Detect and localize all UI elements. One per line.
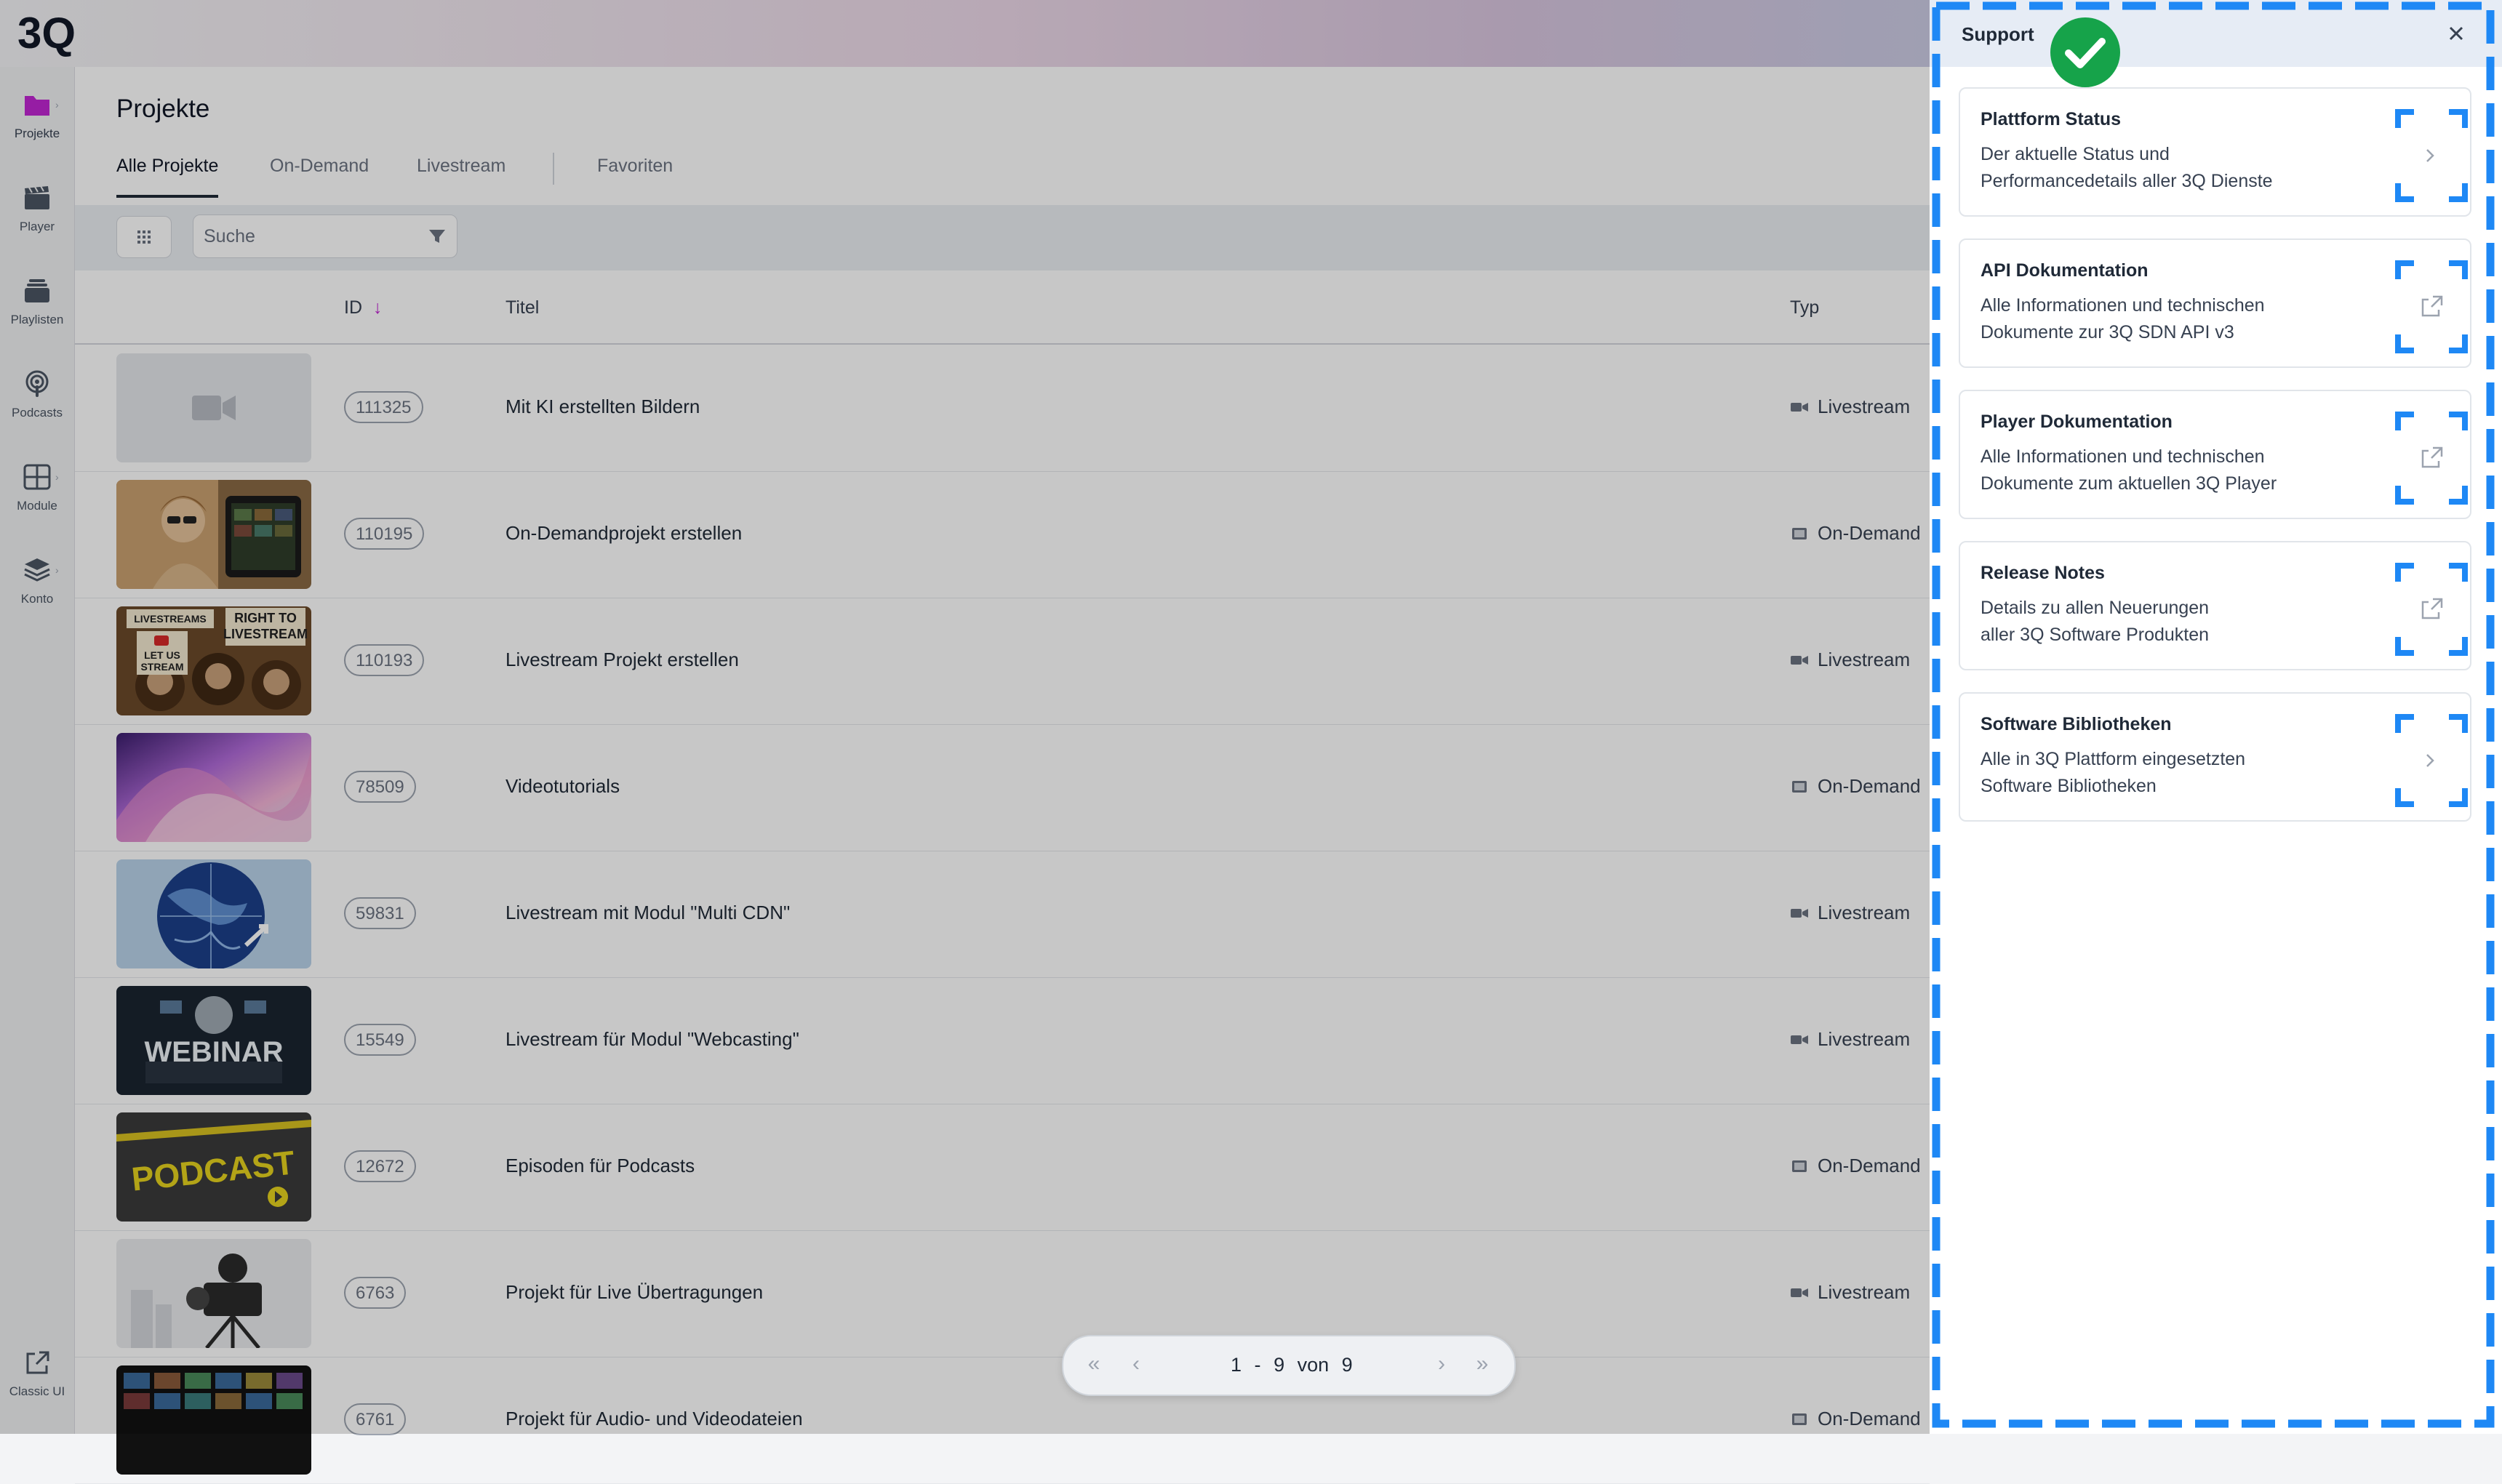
external-link-icon[interactable] (2392, 409, 2471, 508)
card-description-line: Dokumente zur 3Q SDN API v3 (1981, 322, 2234, 342)
card-description: Details zu allen Neuerungen aller 3Q Sof… (1981, 595, 2388, 649)
pagination-range: 1 - 9 von 9 (1231, 1354, 1353, 1376)
card-description: Alle in 3Q Plattform eingesetzten Softwa… (1981, 746, 2388, 800)
card-description-line: Performancedetails aller 3Q Dienste (1981, 171, 2273, 191)
chevron-right-icon[interactable] (2392, 106, 2471, 205)
modal-backdrop[interactable] (0, 0, 1930, 1434)
card-description: Alle Informationen und technischen Dokum… (1981, 444, 2388, 497)
card-description-line: Alle Informationen und technischen (1981, 295, 2265, 316)
card-title: Release Notes (1981, 563, 2105, 583)
pagination-to: 9 (1274, 1354, 1285, 1376)
external-link-icon[interactable] (2392, 560, 2471, 659)
card-description-line: aller 3Q Software Produkten (1981, 625, 2210, 645)
card-title: Plattform Status (1981, 109, 2122, 129)
card-description-line: Alle in 3Q Plattform eingesetzten (1981, 749, 2246, 769)
card-description: Alle Informationen und technischen Dokum… (1981, 292, 2388, 346)
pagination-total: 9 (1341, 1354, 1353, 1376)
close-icon[interactable] (2443, 20, 2469, 47)
support-card-plattform-status[interactable]: Plattform Status Der aktuelle Status und… (1959, 87, 2471, 217)
chevron-right-icon[interactable] (2392, 711, 2471, 810)
support-card-api-dokumentation[interactable]: API Dokumentation Alle Informationen und… (1959, 238, 2471, 368)
previous-page-button[interactable]: ‹ (1122, 1349, 1151, 1379)
card-description-line: Der aktuelle Status und (1981, 144, 2170, 164)
support-card-software-bibliotheken[interactable]: Software Bibliotheken Alle in 3Q Plattfo… (1959, 692, 2471, 822)
card-description-line: Dokumente zum aktuellen 3Q Player (1981, 473, 2277, 494)
card-description-line: Alle Informationen und technischen (1981, 446, 2265, 467)
pagination-from: 1 (1231, 1354, 1242, 1376)
pagination-dash: - (1254, 1354, 1261, 1376)
first-page-button[interactable]: « (1079, 1349, 1108, 1379)
support-card-release-notes[interactable]: Release Notes Details zu allen Neuerunge… (1959, 541, 2471, 670)
pagination: « ‹ 1 - 9 von 9 › » (1062, 1335, 1516, 1396)
card-description-line: Software Bibliotheken (1981, 776, 2157, 796)
support-panel: Support Plattform Status Der aktuelle St… (1930, 0, 2502, 1434)
pagination-of: von (1297, 1354, 1330, 1376)
card-description-line: Details zu allen Neuerungen (1981, 598, 2210, 618)
next-page-button[interactable]: › (1427, 1349, 1456, 1379)
card-title: API Dokumentation (1981, 260, 2149, 281)
support-panel-header: Support (1930, 0, 2502, 67)
last-page-button[interactable]: » (1468, 1349, 1497, 1379)
success-check-icon (2050, 17, 2120, 87)
support-panel-title: Support (1962, 23, 2034, 45)
card-title: Player Dokumentation (1981, 412, 2173, 432)
card-description: Der aktuelle Status und Performancedetai… (1981, 141, 2388, 195)
support-card-player-dokumentation[interactable]: Player Dokumentation Alle Informationen … (1959, 390, 2471, 519)
external-link-icon[interactable] (2392, 257, 2471, 356)
card-title: Software Bibliotheken (1981, 714, 2172, 734)
